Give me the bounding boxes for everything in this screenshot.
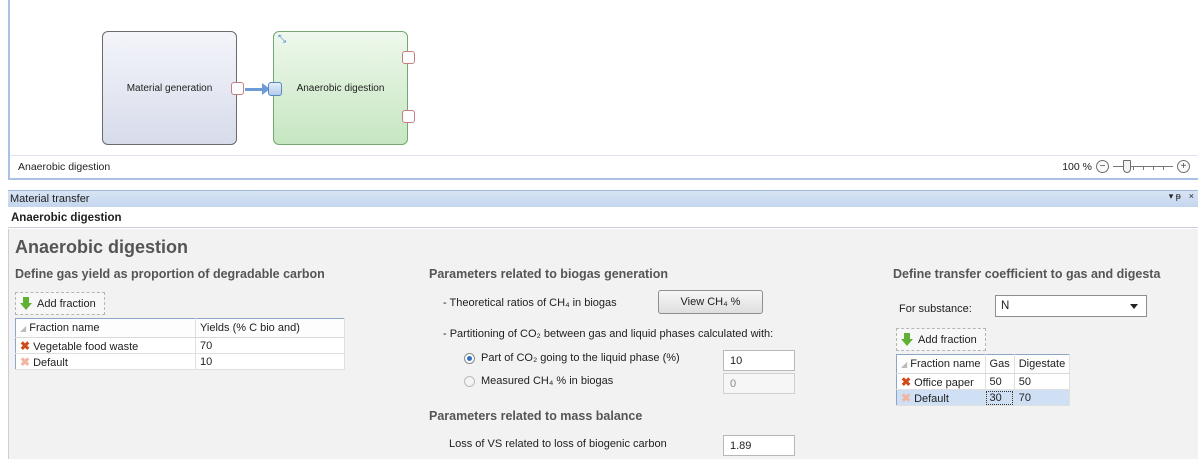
- fraction-name[interactable]: Office paper: [914, 377, 974, 389]
- add-fraction-label: Add fraction: [918, 333, 977, 346]
- yield-value[interactable]: 70: [195, 337, 345, 354]
- zoom-control: 100 % − +: [1062, 160, 1190, 173]
- panel-menu-pin-icon[interactable]: ▾ ᵽ: [1169, 191, 1181, 202]
- yield-value[interactable]: 10: [195, 353, 345, 370]
- panel-close-icon[interactable]: ×: [1189, 191, 1194, 202]
- add-fraction-button[interactable]: Add fraction: [15, 292, 105, 315]
- zoom-in-icon[interactable]: +: [1177, 160, 1190, 173]
- substance-value: N: [1001, 300, 1010, 312]
- option-ch4-label: Measured CH₄ % in biogas: [481, 375, 614, 387]
- co2-liquid-input[interactable]: 10: [723, 350, 795, 371]
- zoom-out-icon[interactable]: −: [1096, 160, 1109, 173]
- mass-balance-heading: Parameters related to mass balance: [429, 409, 643, 423]
- panel-subtitle: Anaerobic digestion: [8, 208, 1198, 228]
- radio-measured-ch4[interactable]: [464, 376, 475, 387]
- node-material-generation[interactable]: Material generation: [102, 31, 244, 145]
- canvas-status-bar: Anaerobic digestion: [10, 155, 1198, 178]
- arrow-down-icon: [901, 333, 913, 346]
- zoom-level: 100 %: [1062, 160, 1092, 173]
- digestate-value[interactable]: 50: [1014, 373, 1071, 390]
- substance-label: For substance:: [899, 303, 972, 315]
- output-port[interactable]: [231, 82, 244, 95]
- remove-icon[interactable]: ✖: [20, 339, 30, 353]
- remove-icon[interactable]: ✖: [901, 375, 911, 389]
- biogas-heading: Parameters related to biogas generation: [429, 267, 668, 281]
- column-header-fraction[interactable]: ◢ Fraction name: [15, 318, 196, 338]
- column-header-digestate[interactable]: Digestate: [1014, 354, 1071, 374]
- panel-title: Material transfer: [10, 193, 90, 205]
- panel-title-bar: Material transfer ▾ ᵽ ×: [8, 190, 1198, 207]
- fraction-name[interactable]: Vegetable food waste: [33, 341, 138, 353]
- status-text: Anaerobic digestion: [18, 161, 111, 173]
- diagram-canvas[interactable]: Material generation ⤡ Anaerobic digestio…: [8, 0, 1198, 180]
- gas-value[interactable]: 30: [985, 389, 1015, 406]
- node-label: Anaerobic digestion: [296, 82, 385, 94]
- partition-label: - Partitioning of CO₂ between gas and li…: [443, 328, 774, 340]
- output-port-gas[interactable]: [402, 51, 415, 64]
- transfer-heading: Define transfer coefficient to gas and d…: [893, 267, 1161, 281]
- gas-value[interactable]: 50: [985, 373, 1015, 390]
- radio-co2-liquid[interactable]: [464, 353, 475, 364]
- table-row[interactable]: ✖ Office paper 50 50: [896, 373, 1071, 390]
- fraction-name[interactable]: Default: [33, 357, 68, 369]
- zoom-slider-thumb[interactable]: [1123, 160, 1131, 173]
- chevron-down-icon: [1130, 304, 1138, 309]
- table-row[interactable]: ✖ Default 10: [15, 353, 345, 370]
- zoom-slider[interactable]: [1113, 160, 1173, 173]
- table-row[interactable]: ✖ Default 30 70: [896, 389, 1071, 406]
- loss-vs-input[interactable]: 1.89: [723, 435, 795, 456]
- arrow-down-icon: [20, 297, 32, 310]
- transfer-table: ◢ Fraction name Gas Digestate ✖ Office pa…: [896, 354, 1071, 406]
- resize-icon: ⤡: [278, 34, 286, 45]
- add-fraction-label: Add fraction: [37, 297, 96, 310]
- panel-subtitle-text: Anaerobic digestion: [11, 211, 122, 224]
- add-fraction-button-transfer[interactable]: Add fraction: [896, 328, 986, 351]
- ratio-label: - Theoretical ratios of CH₄ in biogas: [443, 297, 617, 309]
- remove-icon: ✖: [901, 390, 912, 405]
- measured-ch4-input[interactable]: 0: [723, 373, 795, 394]
- digestate-value[interactable]: 70: [1014, 389, 1071, 406]
- column-header-fraction[interactable]: ◢ Fraction name: [896, 354, 986, 374]
- gas-yield-heading: Define gas yield as proportion of degrad…: [15, 267, 325, 281]
- option-co2-label: Part of CO₂ going to the liquid phase (%…: [481, 352, 680, 364]
- input-port[interactable]: [268, 82, 282, 96]
- view-ch4-button[interactable]: View CH₄ %: [658, 290, 763, 314]
- substance-select[interactable]: N: [995, 295, 1147, 317]
- table-row[interactable]: ✖ Vegetable food waste 70: [15, 337, 345, 354]
- remove-icon: ✖: [20, 354, 31, 369]
- column-header-gas[interactable]: Gas: [985, 354, 1015, 374]
- output-port-digestate[interactable]: [402, 110, 415, 123]
- node-label: Material generation: [126, 82, 213, 94]
- panel-content: Anaerobic digestion Define gas yield as …: [8, 229, 1198, 459]
- loss-label: Loss of VS related to loss of biogenic c…: [449, 438, 667, 450]
- page-title: Anaerobic digestion: [15, 237, 189, 257]
- fraction-name[interactable]: Default: [914, 393, 949, 405]
- gas-yield-table: ◢ Fraction name Yields (% C bio and) ✖ Ve…: [15, 318, 345, 370]
- column-header-yields[interactable]: Yields (% C bio and): [195, 318, 345, 338]
- node-anaerobic-digestion[interactable]: ⤡ Anaerobic digestion: [268, 31, 415, 145]
